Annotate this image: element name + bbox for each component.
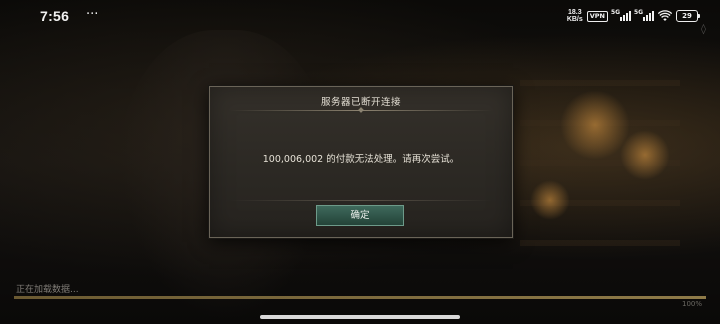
network-speed-unit: KB/s	[566, 16, 583, 23]
loading-progress-fill	[14, 296, 706, 299]
signal-type-label: 5G	[634, 9, 644, 16]
clock: 7:56	[40, 8, 70, 24]
battery-icon: 29	[676, 10, 700, 22]
dialog-title: 服务器已断开连接	[320, 97, 401, 108]
game-logo-watermark: ◊	[701, 24, 706, 35]
confirm-button[interactable]: 确定	[316, 205, 404, 226]
status-bar: 7:56 ··· 18.3 KB/s VPN 5G 5G 29	[0, 0, 720, 32]
network-speed: 18.3 KB/s	[567, 9, 583, 23]
more-notifications-icon: ···	[86, 7, 99, 22]
cell-signal-icon: 5G	[634, 9, 654, 21]
background-candle-light	[620, 130, 670, 180]
cell-signal-icon: 5G	[611, 9, 631, 21]
disconnect-dialog: 服务器已断开连接 100,006,002 的付款无法处理。请再次尝试。 确定	[209, 86, 513, 238]
game-screen: 7:56 ··· 18.3 KB/s VPN 5G 5G 29 ◊ 服务器已断开…	[0, 0, 720, 324]
signal-type-label: 5G	[611, 9, 621, 16]
footer-divider	[230, 200, 492, 201]
home-indicator[interactable]	[260, 315, 460, 319]
network-speed-value: 18.3	[567, 9, 582, 16]
loading-progress-text: 100%	[681, 300, 702, 308]
divider-ornament-icon	[358, 107, 364, 113]
loading-progress-bar	[14, 296, 706, 299]
vpn-icon: VPN	[586, 10, 608, 22]
wifi-icon	[658, 10, 672, 21]
background-candle-light	[530, 180, 570, 220]
loading-label: 正在加载数据...	[16, 285, 79, 295]
status-icons: 18.3 KB/s VPN 5G 5G 29	[567, 7, 700, 25]
dialog-message: 100,006,002 的付款无法处理。请再次尝试。	[262, 154, 460, 165]
